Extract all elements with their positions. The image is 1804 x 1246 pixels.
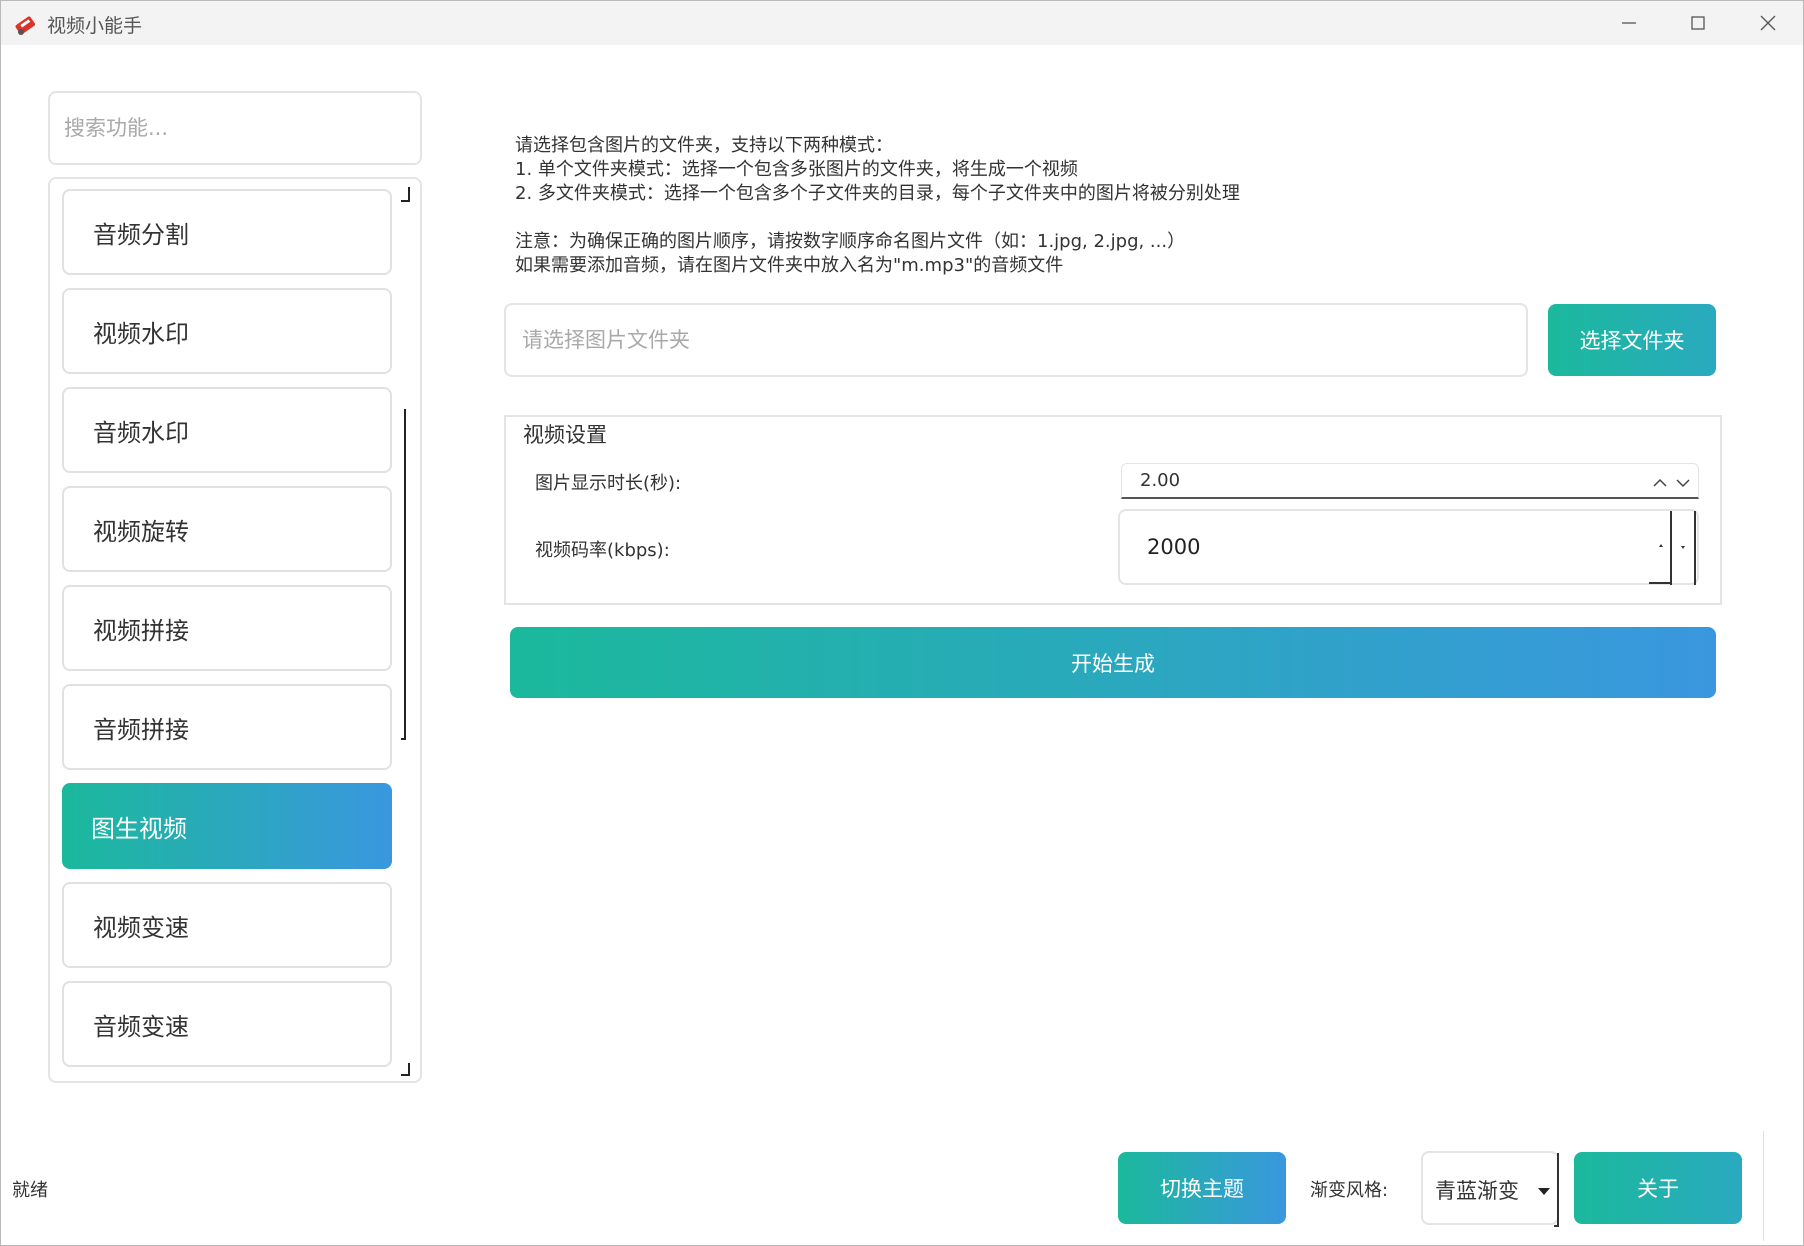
instruction-line: 1. 单个文件夹模式：选择一个包含多张图片的文件夹，将生成一个视频 bbox=[515, 159, 1078, 180]
duration-value: 2.00 bbox=[1140, 470, 1181, 491]
sidebar-item-video-rotate[interactable]: 视频旋转 bbox=[62, 486, 392, 572]
instruction-line: 2. 多文件夹模式：选择一个包含多个子文件夹的目录，每个子文件夹中的图片将被分别… bbox=[515, 183, 1240, 204]
instruction-line: 如果需要添加音频，请在图片文件夹中放入名为"m.mp3"的音频文件 bbox=[515, 255, 1064, 276]
instruction-line: 注意：为确保正确的图片顺序，请按数字顺序命名图片文件（如：1.jpg, 2.jp… bbox=[515, 231, 1186, 252]
duration-label: 图片显示时长(秒): bbox=[535, 473, 682, 494]
sidebar-item-video-speed[interactable]: 视频变速 bbox=[62, 882, 392, 968]
search-input[interactable] bbox=[48, 91, 422, 165]
image-folder-input[interactable] bbox=[504, 303, 1528, 377]
sidebar-item-label: 视频旋转 bbox=[93, 517, 189, 546]
chevron-down-icon bbox=[1537, 1181, 1551, 1200]
instructions-text: 请选择包含图片的文件夹，支持以下两种模式： 1. 单个文件夹模式：选择一个包含多… bbox=[515, 134, 1715, 278]
sidebar-item-audio-concat[interactable]: 音频拼接 bbox=[62, 684, 392, 770]
sidebar-item-label: 音频变速 bbox=[93, 1012, 189, 1041]
app-logo-icon bbox=[13, 11, 39, 37]
sidebar-item-audio-watermark[interactable]: 音频水印 bbox=[62, 387, 392, 473]
group-title: 视频设置 bbox=[520, 419, 610, 449]
maximize-button[interactable] bbox=[1663, 1, 1733, 45]
sidebar-item-video-watermark[interactable]: 视频水印 bbox=[62, 288, 392, 374]
bitrate-label: 视频码率(kbps): bbox=[535, 540, 670, 561]
gradient-style-select[interactable]: 青蓝渐变 bbox=[1421, 1151, 1559, 1227]
scroll-thumb bbox=[401, 409, 406, 740]
spin-down-icon bbox=[1681, 546, 1685, 549]
close-button[interactable] bbox=[1733, 1, 1803, 45]
divider bbox=[1763, 1131, 1764, 1241]
chevron-up-down-icon bbox=[1653, 478, 1690, 488]
spin-buttons[interactable] bbox=[1649, 511, 1697, 585]
function-list: 音频分割 视频水印 音频水印 视频旋转 视频拼接 音频拼接 图生视频 视频变速 … bbox=[48, 177, 422, 1083]
sidebar-item-audio-split[interactable]: 音频分割 bbox=[62, 189, 392, 275]
title-bar: 视频小能手 bbox=[1, 1, 1803, 45]
sidebar-item-label: 视频拼接 bbox=[93, 616, 189, 645]
switch-theme-button[interactable]: 切换主题 bbox=[1118, 1152, 1286, 1224]
sidebar-item-label: 音频拼接 bbox=[93, 715, 189, 744]
minimize-icon bbox=[1622, 22, 1636, 24]
select-folder-button[interactable]: 选择文件夹 bbox=[1548, 304, 1716, 376]
bitrate-spinbox[interactable]: 2000 bbox=[1118, 509, 1699, 585]
instruction-spacer bbox=[515, 206, 1715, 230]
gradient-style-label: 渐变风格: bbox=[1310, 1180, 1389, 1201]
sidebar-item-label: 图生视频 bbox=[91, 814, 187, 843]
sidebar-item-audio-speed[interactable]: 音频变速 bbox=[62, 981, 392, 1067]
spin-up-icon bbox=[1659, 544, 1663, 547]
spin-arrows[interactable] bbox=[1652, 472, 1692, 492]
sidebar-item-video-concat[interactable]: 视频拼接 bbox=[62, 585, 392, 671]
sidebar-item-image-to-video[interactable]: 图生视频 bbox=[62, 783, 392, 869]
sidebar-scrollbar[interactable] bbox=[400, 179, 420, 1081]
start-generate-button[interactable]: 开始生成 bbox=[510, 627, 1716, 698]
gradient-style-value: 青蓝渐变 bbox=[1435, 1179, 1519, 1203]
minimize-button[interactable] bbox=[1594, 1, 1664, 45]
close-icon bbox=[1760, 15, 1776, 31]
about-button[interactable]: 关于 bbox=[1574, 1152, 1742, 1224]
app-window: 视频小能手 音频分割 视频水印 音频水印 bbox=[0, 0, 1804, 1246]
instruction-line: 请选择包含图片的文件夹，支持以下两种模式： bbox=[515, 135, 893, 156]
duration-spinbox[interactable]: 2.00 bbox=[1121, 463, 1699, 499]
sidebar-item-label: 音频水印 bbox=[93, 418, 189, 447]
status-text: 就绪 bbox=[12, 1180, 48, 1201]
window-title: 视频小能手 bbox=[47, 15, 143, 37]
bitrate-value: 2000 bbox=[1147, 535, 1201, 559]
maximize-icon bbox=[1691, 16, 1705, 30]
sidebar-item-label: 音频分割 bbox=[93, 220, 189, 249]
sidebar-item-label: 视频水印 bbox=[93, 319, 189, 348]
sidebar-item-label: 视频变速 bbox=[93, 913, 189, 942]
